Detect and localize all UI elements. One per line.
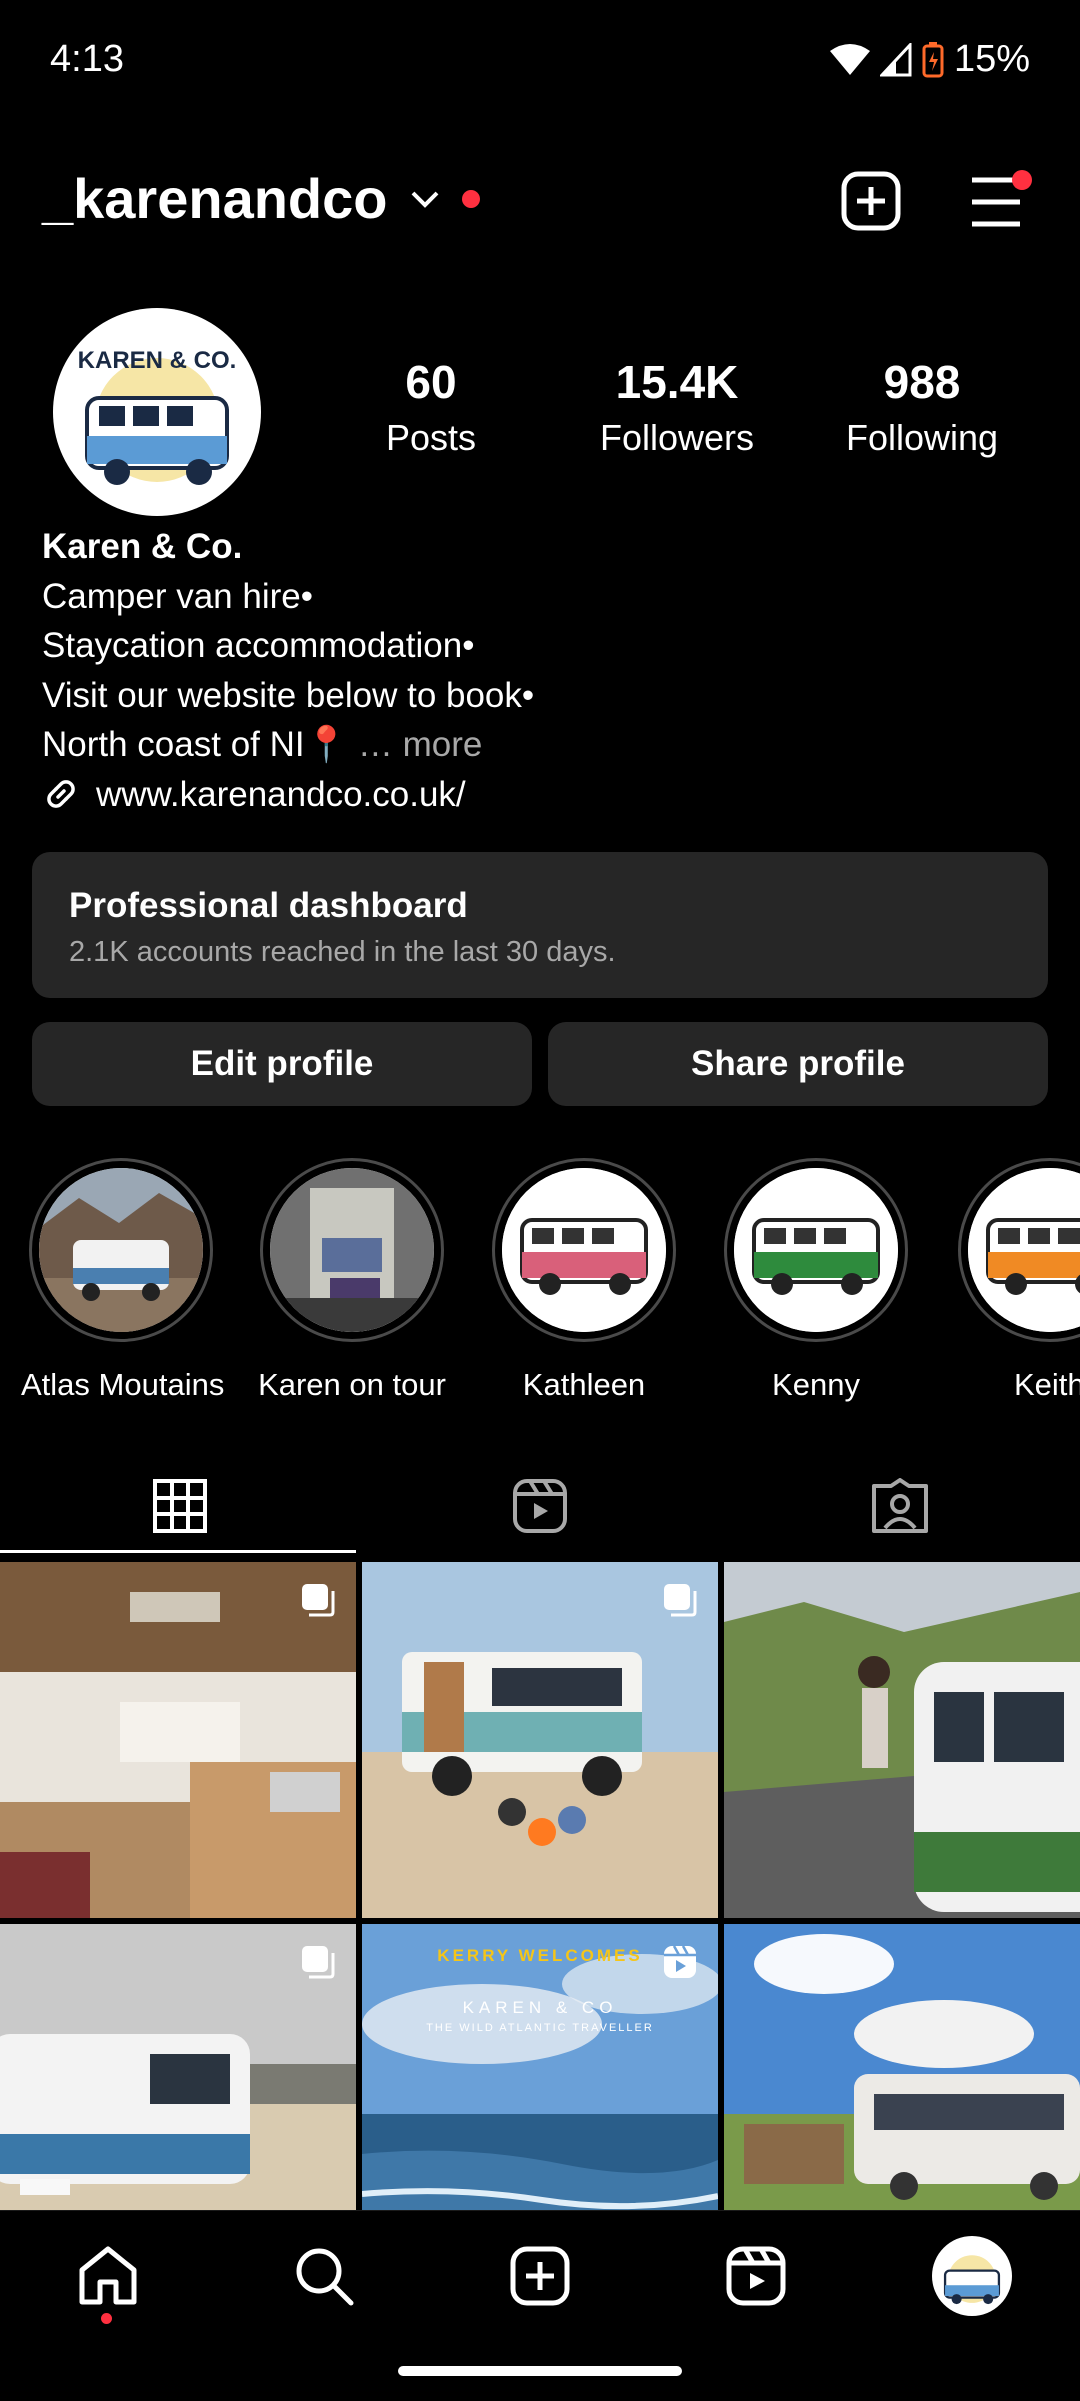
nav-reels[interactable] <box>648 2211 864 2341</box>
username: _karenandco <box>42 167 388 230</box>
signal-icon <box>879 42 912 76</box>
highlight-cover <box>270 1168 434 1332</box>
highlight-label: Karen on tour <box>258 1367 446 1402</box>
highlight-cover <box>968 1168 1080 1332</box>
post-thumbnail[interactable] <box>724 1924 1080 2210</box>
dashboard-title: Professional dashboard <box>69 886 468 925</box>
profile-avatar <box>932 2236 1012 2316</box>
highlight-keith[interactable]: Keith <box>948 1158 1080 1403</box>
karen-and-co-logo: KAREN & CO. <box>78 347 237 485</box>
reels-icon <box>513 1479 567 1533</box>
status-time: 4:13 <box>50 38 124 80</box>
reel-overlay-brand: KAREN & CO <box>462 1998 618 2017</box>
share-profile-button[interactable]: Share profile <box>548 1022 1048 1106</box>
following-count: 988 <box>883 356 961 408</box>
create-button[interactable] <box>840 170 902 232</box>
reel-icon <box>664 1945 696 1978</box>
bio-line: Visit our website below to book• <box>42 675 535 715</box>
post-image <box>724 1924 1080 2210</box>
following-stat[interactable]: 988 Following <box>822 355 1022 459</box>
tab-posts-grid[interactable] <box>0 1456 360 1556</box>
professional-dashboard[interactable]: Professional dashboard 2.1K accounts rea… <box>32 852 1048 998</box>
highlight-label: Kathleen <box>522 1367 646 1402</box>
highlight-cover <box>734 1168 898 1332</box>
menu-button[interactable] <box>968 170 1032 234</box>
create-icon <box>510 2246 570 2306</box>
posts-label: Posts <box>385 417 477 458</box>
reel-overlay-tagline: THE WILD ATLANTIC TRAVELLER <box>426 2022 654 2034</box>
post-thumbnail[interactable]: KERRY WELCOMES KAREN & CO THE WILD ATLAN… <box>362 1924 718 2210</box>
notification-dot <box>461 189 480 208</box>
battery-icon <box>922 41 944 77</box>
highlight-atlas-moutains[interactable]: Atlas Moutains <box>21 1158 225 1403</box>
tab-tagged[interactable] <box>720 1456 1080 1556</box>
post-thumbnail[interactable] <box>0 1562 356 1918</box>
profile-avatar[interactable]: KAREN & CO. <box>53 308 261 516</box>
carousel-icon <box>664 1584 697 1617</box>
edit-profile-button[interactable]: Edit profile <box>32 1022 532 1106</box>
nav-home[interactable] <box>0 2211 216 2341</box>
highlight-karen-on-tour[interactable]: Karen on tour <box>252 1158 452 1403</box>
post-thumbnail[interactable] <box>362 1562 718 1918</box>
bio-line-last: North coast of NI📍 … more <box>42 720 534 770</box>
bio-line: Camper van hire• <box>42 576 313 616</box>
link-icon <box>47 780 75 809</box>
more-link[interactable]: … more <box>358 725 482 764</box>
nav-profile[interactable] <box>864 2211 1080 2341</box>
posts-stat[interactable]: 60 Posts <box>331 355 531 459</box>
chevron-down-icon <box>411 191 438 208</box>
home-notification-dot <box>101 2313 112 2324</box>
status-icons: 15% <box>829 38 1030 81</box>
highlight-cover <box>39 1168 203 1332</box>
following-label: Following <box>845 417 999 458</box>
highlight-label: Atlas Moutains <box>21 1367 225 1402</box>
nav-create[interactable] <box>432 2211 648 2341</box>
home-icon <box>79 2246 137 2305</box>
wifi-icon <box>829 43 870 75</box>
menu-notification-dot <box>1012 170 1032 190</box>
post-thumbnail[interactable] <box>0 1924 356 2210</box>
posts-count: 60 <box>405 356 457 408</box>
tab-reels[interactable] <box>360 1456 720 1556</box>
account-switcher[interactable]: _karenandco <box>42 166 480 231</box>
tagged-icon <box>872 1478 928 1533</box>
followers-count: 15.4K <box>615 356 739 408</box>
highlight-label: Kenny <box>772 1367 860 1402</box>
highlight-cover <box>502 1168 666 1332</box>
highlight-kathleen[interactable]: Kathleen <box>484 1158 684 1403</box>
highlight-kenny[interactable]: Kenny <box>716 1158 916 1403</box>
gesture-home-bar[interactable] <box>398 2366 682 2376</box>
active-tab-indicator <box>0 1550 356 1553</box>
bio-line: Staycation accommodation• <box>42 626 475 665</box>
post-image <box>724 1562 1080 1918</box>
search-icon <box>296 2248 354 2306</box>
nav-search[interactable] <box>216 2211 432 2341</box>
battery-percent: 15% <box>953 38 1030 80</box>
svg-text:KAREN & CO.: KAREN & CO. <box>78 347 237 374</box>
dashboard-subtitle: 2.1K accounts reached in the last 30 day… <box>69 936 616 968</box>
followers-label: Followers <box>599 417 755 458</box>
bio: Karen & Co. Camper van hire• Staycation … <box>42 522 534 819</box>
grid-icon <box>153 1479 207 1533</box>
plus-square-icon <box>841 171 901 231</box>
carousel-icon <box>302 1946 335 1979</box>
followers-stat[interactable]: 15.4K Followers <box>577 355 777 459</box>
bio-line: North coast of NI📍 <box>42 725 349 764</box>
website-url: www.karenandco.co.uk/ <box>96 774 466 814</box>
website-link[interactable]: www.karenandco.co.uk/ <box>42 770 534 820</box>
post-thumbnail[interactable] <box>724 1562 1080 1918</box>
reels-icon <box>726 2246 786 2306</box>
carousel-icon <box>302 1584 335 1617</box>
display-name: Karen & Co. <box>42 527 243 566</box>
highlight-label: Keith <box>1014 1367 1080 1402</box>
